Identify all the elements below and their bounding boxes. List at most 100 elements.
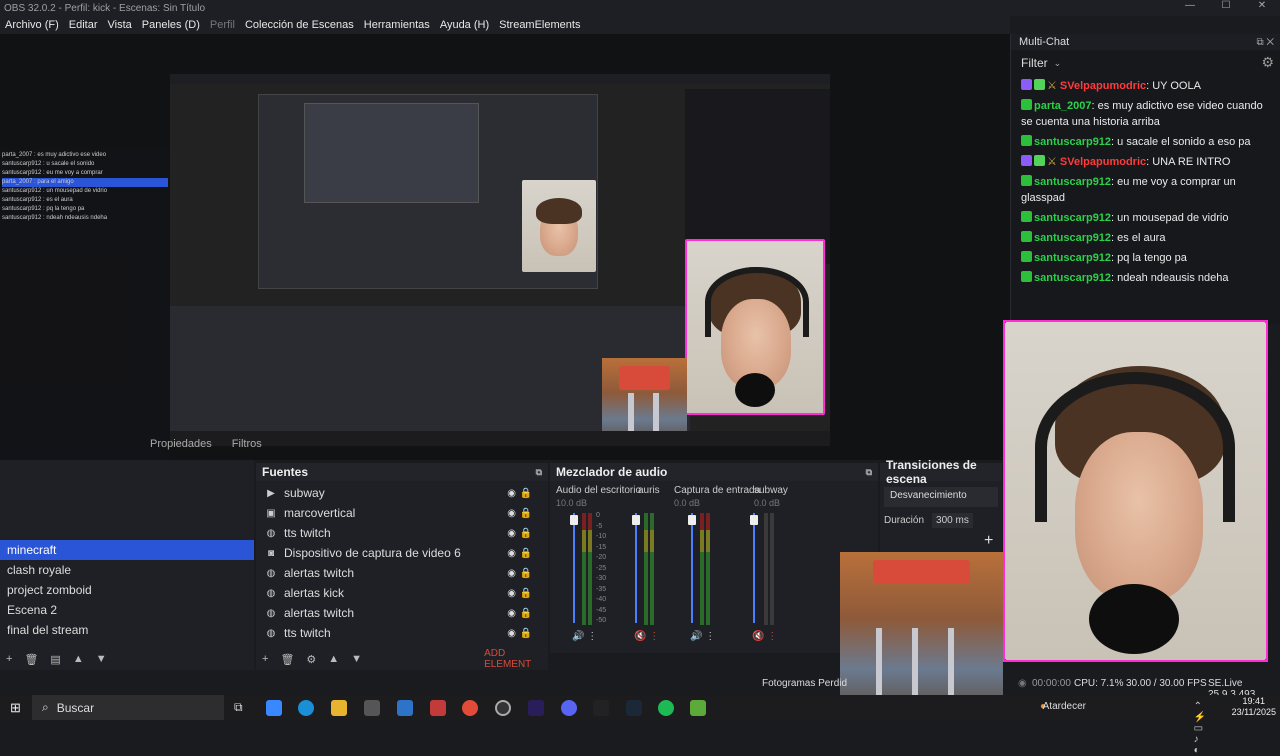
menu-docks[interactable]: Paneles (D): [137, 19, 205, 31]
source-item[interactable]: ◍ alertas twitch ◉ 🔒: [256, 563, 548, 583]
chat-username[interactable]: parta_2007: [1034, 100, 1092, 112]
premiere-icon[interactable]: [528, 700, 544, 716]
add-icon[interactable]: +: [6, 653, 12, 665]
scene-item[interactable]: final del stream: [0, 620, 254, 640]
eye-icon[interactable]: ◉: [507, 608, 516, 619]
volume-fader[interactable]: [632, 513, 640, 623]
chat-username[interactable]: SVelpapumodric: [1060, 156, 1146, 168]
multichat-filter[interactable]: Filter ⌄ ⚙: [1011, 50, 1280, 76]
eye-icon[interactable]: ◉: [507, 528, 516, 539]
eye-icon[interactable]: ◉: [507, 488, 516, 499]
windows-icon[interactable]: ⊞: [10, 700, 21, 716]
trash-icon[interactable]: 🗑: [24, 653, 38, 666]
lock-icon[interactable]: 🔒: [520, 588, 532, 599]
store-icon[interactable]: [364, 700, 380, 716]
source-item[interactable]: ◙ Dispositivo de captura de video 6 ◉ 🔒: [256, 543, 548, 563]
chat-username[interactable]: santuscarp912: [1034, 176, 1111, 188]
mute-icon[interactable]: 🔇 ⋮: [752, 631, 777, 642]
clock[interactable]: 19:41 23/11/2025: [1232, 696, 1276, 718]
chat-username[interactable]: santuscarp912: [1034, 136, 1111, 148]
chat-username[interactable]: SVelpapumodric: [1060, 80, 1146, 92]
add-element-button[interactable]: ADD ELEMENT: [484, 648, 548, 670]
eye-icon[interactable]: ◉: [507, 628, 516, 639]
steam-icon[interactable]: [626, 700, 642, 716]
menu-edit[interactable]: Editar: [64, 19, 103, 31]
duration-input[interactable]: 300 ms: [932, 513, 973, 528]
eye-icon[interactable]: ◉: [507, 508, 516, 519]
lock-icon[interactable]: 🔒: [520, 488, 532, 499]
menu-tools[interactable]: Herramientas: [359, 19, 435, 31]
eye-icon[interactable]: ◉: [507, 588, 516, 599]
volume-fader[interactable]: [570, 513, 578, 623]
filter-icon[interactable]: ▤: [50, 653, 60, 666]
chevron-down-icon[interactable]: ⌄: [1054, 58, 1062, 69]
maximize-icon[interactable]: ☐: [1208, 0, 1244, 11]
weather-label[interactable]: Atardecer: [1043, 701, 1086, 712]
source-item[interactable]: ◍ alertas kick ◉ 🔒: [256, 583, 548, 603]
menu-profile[interactable]: Perfil: [205, 19, 240, 31]
source-item[interactable]: ◍ tts twitch ◉ 🔒: [256, 623, 548, 643]
chat-username[interactable]: santuscarp912: [1034, 252, 1111, 264]
preview-canvas[interactable]: [170, 74, 830, 446]
chat-username[interactable]: santuscarp912: [1034, 232, 1111, 244]
edge-icon[interactable]: [298, 700, 314, 716]
lock-icon[interactable]: 🔒: [520, 548, 532, 559]
lock-icon[interactable]: 🔒: [520, 528, 532, 539]
filter-label[interactable]: Filter: [1021, 56, 1048, 70]
add-icon[interactable]: +: [262, 653, 268, 665]
discord-icon[interactable]: [561, 700, 577, 716]
menu-view[interactable]: Vista: [103, 19, 137, 31]
move-up-icon[interactable]: ▲: [328, 653, 339, 665]
volume-fader[interactable]: [750, 513, 758, 623]
dock-controls[interactable]: ⧉ ✕: [1256, 37, 1274, 48]
source-item[interactable]: ◍ alertas twitch ◉ 🔒: [256, 603, 548, 623]
terminal-icon[interactable]: [593, 700, 609, 716]
speaker-icon[interactable]: 🔊 ⋮: [572, 631, 597, 642]
task-view-icon[interactable]: ⧉: [234, 700, 243, 715]
gear-icon[interactable]: ⚙: [306, 653, 316, 666]
scene-item[interactable]: minecraft: [0, 540, 254, 560]
copilot-icon[interactable]: [266, 700, 282, 716]
explorer-icon[interactable]: [331, 700, 347, 716]
lock-icon[interactable]: 🔒: [520, 508, 532, 519]
chat-username[interactable]: santuscarp912: [1034, 212, 1111, 224]
menu-scene-collection[interactable]: Colección de Escenas: [240, 19, 359, 31]
lock-icon[interactable]: 🔒: [520, 628, 532, 639]
trash-icon[interactable]: 🗑: [280, 653, 294, 666]
scene-item[interactable]: Escena 2: [0, 600, 254, 620]
preview-area[interactable]: parta_2007 : es muy adictivo ese video s…: [0, 34, 1010, 564]
app-icon[interactable]: [430, 700, 446, 716]
eye-icon[interactable]: ◉: [507, 568, 516, 579]
move-down-icon[interactable]: ▼: [351, 653, 362, 665]
minecraft-icon[interactable]: [690, 700, 706, 716]
menu-streamelements[interactable]: StreamElements: [494, 19, 585, 31]
volume-fader[interactable]: [688, 513, 696, 623]
source-item[interactable]: ◍ tts twitch ◉ 🔒: [256, 523, 548, 543]
scene-item[interactable]: clash royale: [0, 560, 254, 580]
taskbar-search[interactable]: ⌕ Buscar: [32, 695, 224, 720]
minimize-icon[interactable]: —: [1172, 0, 1208, 11]
move-up-icon[interactable]: ▲: [73, 653, 84, 665]
mute-icon[interactable]: 🔇 ⋮: [634, 631, 659, 642]
move-down-icon[interactable]: ▼: [96, 653, 107, 665]
properties-tab[interactable]: Propiedades: [150, 438, 212, 454]
source-item[interactable]: ▶ subway ◉ 🔒: [256, 483, 548, 503]
undock-icon[interactable]: ⧉: [536, 467, 542, 478]
filters-tab[interactable]: Filtros: [232, 438, 262, 454]
undock-icon[interactable]: ⧉: [866, 467, 872, 478]
transition-select[interactable]: Desvanecimiento: [884, 487, 998, 507]
menu-help[interactable]: Ayuda (H): [435, 19, 494, 31]
add-transition-icon[interactable]: +: [984, 532, 993, 550]
gear-icon[interactable]: ⚙: [1261, 54, 1274, 71]
tray-icons[interactable]: ⌃ ⚡ ▭ ♪ ◐: [1194, 701, 1210, 756]
source-item[interactable]: ▣ marcovertical ◉ 🔒: [256, 503, 548, 523]
lock-icon[interactable]: 🔒: [520, 568, 532, 579]
chrome-icon[interactable]: [462, 700, 478, 716]
lock-icon[interactable]: 🔒: [520, 608, 532, 619]
eye-icon[interactable]: ◉: [507, 548, 516, 559]
chat-username[interactable]: santuscarp912: [1034, 272, 1111, 284]
mail-icon[interactable]: [397, 700, 413, 716]
spotify-icon[interactable]: [658, 700, 674, 716]
obs-icon[interactable]: [495, 700, 511, 716]
scene-item[interactable]: project zomboid: [0, 580, 254, 600]
